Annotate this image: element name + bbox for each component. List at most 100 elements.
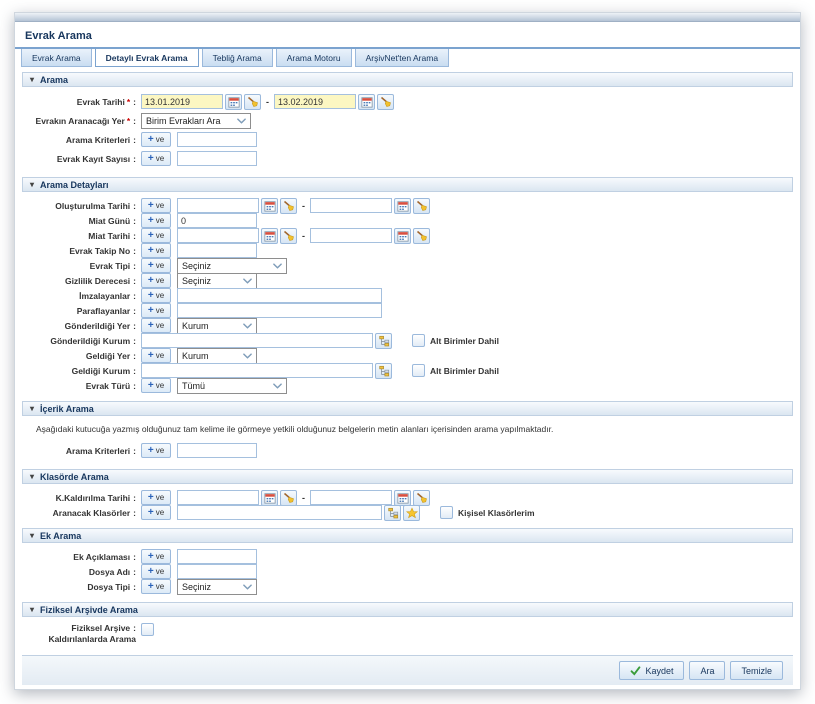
gonderildigi-yer-select[interactable]: Kurum xyxy=(177,317,257,334)
select-organization-button[interactable] xyxy=(375,362,392,379)
calendar-picker-button[interactable] xyxy=(394,197,411,214)
and-condition-button[interactable]: + ve xyxy=(141,132,171,147)
ek-aciklamasi-input[interactable] xyxy=(177,549,257,564)
clear-date-button[interactable] xyxy=(413,227,430,244)
gonderildigi-kurum-input[interactable] xyxy=(141,333,373,348)
and-condition-button[interactable]: + ve xyxy=(141,490,171,505)
calendar-picker-button[interactable] xyxy=(358,93,375,110)
and-condition-button[interactable]: + ve xyxy=(141,151,171,166)
row-aranacak-klasorler: Aranacak Klasörler: + ve Kişisel Klasörle… xyxy=(30,504,785,521)
aranacak-klasorler-label: Aranacak Klasörler: xyxy=(52,507,136,518)
olusturulma-tarihi-to-input[interactable] xyxy=(310,198,392,213)
and-condition-button[interactable]: + ve xyxy=(141,564,171,579)
tab-teblig-arama[interactable]: Tebliğ Arama xyxy=(201,49,273,67)
kaldirilma-tarihi-to-input[interactable] xyxy=(310,490,392,505)
save-button[interactable]: Kaydet xyxy=(619,661,685,680)
evrak-tarihi-from-input[interactable] xyxy=(141,94,223,109)
geldigi-yer-select[interactable]: Kurum xyxy=(177,347,257,364)
chevron-down-icon xyxy=(243,584,252,590)
and-condition-button[interactable]: + ve xyxy=(141,318,171,333)
alt-birimler-dahil-checkbox[interactable] xyxy=(412,364,425,377)
calendar-icon xyxy=(361,96,373,108)
broom-icon xyxy=(416,230,428,242)
clear-date-button[interactable] xyxy=(377,93,394,110)
kaldirilma-tarihi-label: K.Kaldırılma Tarihi: xyxy=(55,492,136,503)
calendar-picker-button[interactable] xyxy=(261,489,278,506)
evrak-turu-select[interactable]: Tümü xyxy=(177,377,287,394)
calendar-icon xyxy=(397,200,409,212)
section-body-fiziksel-arsivde-arama: Fiziksel Arşive: Kaldırılanlarda Arama xyxy=(22,617,793,652)
section-ek-arama: ▾ Ek Arama Ek Açıklaması: + ve Dosya Adı:… xyxy=(22,528,793,599)
section-header-klasorde-arama[interactable]: ▾ Klasörde Arama xyxy=(22,469,793,484)
select-organization-button[interactable] xyxy=(375,332,392,349)
and-condition-button[interactable]: + ve xyxy=(141,213,171,228)
miat-tarihi-label: Miat Tarihi: xyxy=(88,230,136,241)
and-condition-button[interactable]: + ve xyxy=(141,198,171,213)
evrak-takip-no-input[interactable] xyxy=(177,243,257,258)
and-condition-button[interactable]: + ve xyxy=(141,243,171,258)
aranacak-yer-label: Evrakın Aranacağı Yer *: xyxy=(35,115,136,126)
row-evrak-turu: Evrak Türü: + ve Tümü xyxy=(30,377,785,394)
calendar-picker-button[interactable] xyxy=(394,227,411,244)
arama-kriterleri-input[interactable] xyxy=(177,132,257,147)
tab-arama-motoru[interactable]: Arama Motoru xyxy=(275,49,352,67)
row-gizlilik-derecesi: Gizlilik Derecesi: + ve Seçiniz xyxy=(30,272,785,289)
broom-icon xyxy=(380,96,392,108)
miat-gunu-input[interactable] xyxy=(177,213,257,228)
calendar-picker-button[interactable] xyxy=(261,227,278,244)
select-folder-button[interactable] xyxy=(384,504,401,521)
kaldirilma-tarihi-from-input[interactable] xyxy=(177,490,259,505)
and-condition-button[interactable]: + ve xyxy=(141,378,171,393)
evrak-tipi-select[interactable]: Seçiniz xyxy=(177,257,287,274)
gizlilik-derecesi-select[interactable]: Seçiniz xyxy=(177,272,257,289)
evrak-kayit-sayisi-input[interactable] xyxy=(177,151,257,166)
calendar-picker-button[interactable] xyxy=(225,93,242,110)
clear-date-button[interactable] xyxy=(280,489,297,506)
clear-date-button[interactable] xyxy=(280,227,297,244)
favorite-folders-button[interactable] xyxy=(403,504,420,521)
and-condition-button[interactable]: + ve xyxy=(141,228,171,243)
and-condition-button[interactable]: + ve xyxy=(141,549,171,564)
aranacak-yer-select[interactable]: Birim Evrakları Ara xyxy=(141,112,251,129)
alt-birimler-dahil-checkbox[interactable] xyxy=(412,334,425,347)
clear-date-button[interactable] xyxy=(413,197,430,214)
collapse-arrow-icon: ▾ xyxy=(30,179,35,189)
and-condition-button[interactable]: + ve xyxy=(141,273,171,288)
section-header-fiziksel-arsivde-arama[interactable]: ▾ Fiziksel Arşivde Arama xyxy=(22,602,793,617)
calendar-picker-button[interactable] xyxy=(261,197,278,214)
and-condition-button[interactable]: + ve xyxy=(141,303,171,318)
clear-date-button[interactable] xyxy=(280,197,297,214)
kisisel-klasorlerim-checkbox[interactable] xyxy=(440,506,453,519)
section-header-icerik-arama[interactable]: ▾ İçerik Arama xyxy=(22,401,793,416)
geldigi-kurum-input[interactable] xyxy=(141,363,373,378)
clear-date-button[interactable] xyxy=(244,93,261,110)
clear-date-button[interactable] xyxy=(413,489,430,506)
tab-evrak-arama[interactable]: Evrak Arama xyxy=(21,49,92,67)
and-condition-button[interactable]: + ve xyxy=(141,443,171,458)
aranacak-klasorler-input[interactable] xyxy=(177,505,382,520)
tab-arsivnetten-arama[interactable]: ArşivNet'ten Arama xyxy=(354,49,450,67)
miat-tarihi-to-input[interactable] xyxy=(310,228,392,243)
and-condition-button[interactable]: + ve xyxy=(141,348,171,363)
and-condition-button[interactable]: + ve xyxy=(141,579,171,594)
page-title: Evrak Arama xyxy=(25,30,92,42)
clear-button[interactable]: Temizle xyxy=(730,661,783,680)
imzalayanlar-input[interactable] xyxy=(177,288,382,303)
paraflayanlar-input[interactable] xyxy=(177,303,382,318)
calendar-picker-button[interactable] xyxy=(394,489,411,506)
search-button[interactable]: Ara xyxy=(689,661,726,680)
olusturulma-tarihi-from-input[interactable] xyxy=(177,198,259,213)
section-header-ek-arama[interactable]: ▾ Ek Arama xyxy=(22,528,793,543)
icerik-arama-kriterleri-input[interactable] xyxy=(177,443,257,458)
tab-detayli-evrak-arama[interactable]: Detaylı Evrak Arama xyxy=(94,49,199,67)
and-condition-button[interactable]: + ve xyxy=(141,505,171,520)
dosya-adi-input[interactable] xyxy=(177,564,257,579)
section-header-arama[interactable]: ▾ Arama xyxy=(22,72,793,87)
fiziksel-arsive-checkbox[interactable] xyxy=(141,623,154,636)
and-condition-button[interactable]: + ve xyxy=(141,288,171,303)
and-condition-button[interactable]: + ve xyxy=(141,258,171,273)
section-header-arama-detaylari[interactable]: ▾ Arama Detayları xyxy=(22,177,793,192)
miat-tarihi-from-input[interactable] xyxy=(177,228,259,243)
evrak-tarihi-to-input[interactable] xyxy=(274,94,356,109)
dosya-tipi-select[interactable]: Seçiniz xyxy=(177,578,257,595)
